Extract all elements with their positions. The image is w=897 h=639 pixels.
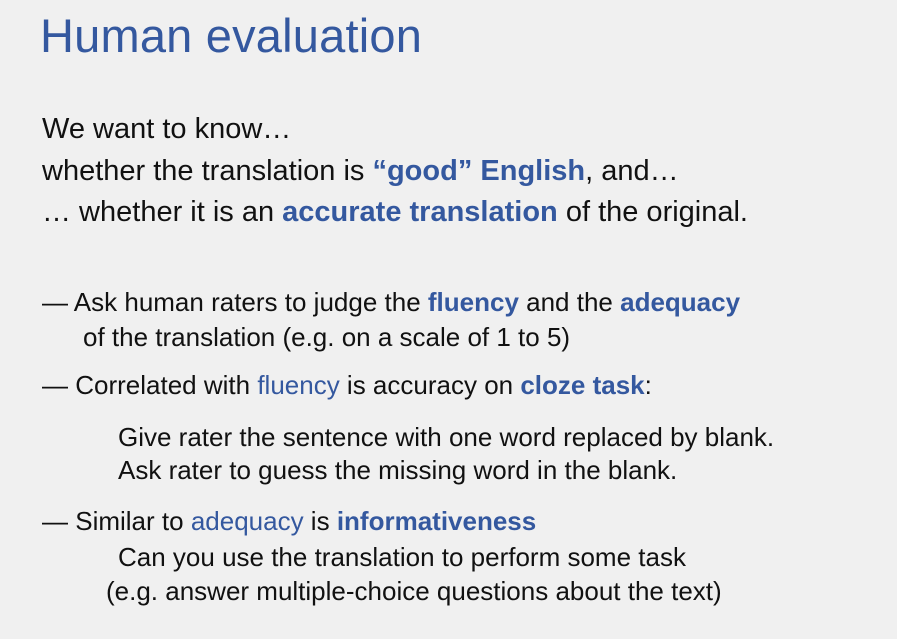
informativeness-subline-1-text: Can you use the translation to perform s… <box>118 542 686 572</box>
intro-line-1: We want to know… <box>42 111 291 147</box>
fluency-highlight: fluency <box>427 287 519 317</box>
bullet-1-part-2: and the <box>518 287 621 317</box>
bullet-1-continuation-text: of the translation (e.g. on a scale of 1… <box>83 322 571 352</box>
fluency-mention: fluency <box>257 370 340 400</box>
informativeness-subline-1: Can you use the translation to perform s… <box>118 541 686 573</box>
good-english-highlight: “good” English <box>372 155 586 187</box>
intro-line-3-part-1: … whether it is an <box>42 196 283 228</box>
adequacy-mention: adequacy <box>190 506 304 536</box>
informativeness-subline-2: (e.g. answer multiple-choice questions a… <box>106 575 722 607</box>
bullet-2-part-3: : <box>644 370 652 400</box>
intro-line-3-part-2: of the original. <box>557 196 748 228</box>
intro-line-1-text: We want to know… <box>42 113 292 145</box>
bullet-2-part-1: — Correlated with <box>42 370 258 400</box>
bullet-1-part-1: — Ask human raters to judge the <box>42 287 428 317</box>
intro-line-2-part-2: , and… <box>585 155 679 187</box>
cloze-subline-1-text: Give rater the sentence with one word re… <box>118 422 775 452</box>
cloze-subline-1: Give rater the sentence with one word re… <box>118 421 774 453</box>
bullet-3-part-2: is <box>303 506 337 536</box>
cloze-subline-2-text: Ask rater to guess the missing word in t… <box>118 455 678 485</box>
cloze-subline-2: Ask rater to guess the missing word in t… <box>118 454 677 486</box>
bullet-3-part-1: — Similar to <box>42 506 191 536</box>
accurate-translation-highlight: accurate translation <box>282 196 558 228</box>
bullet-informativeness: — Similar to adequacy is informativeness <box>42 505 536 537</box>
intro-line-2-part-1: whether the translation is <box>42 155 373 187</box>
bullet-fluency-adequacy: — Ask human raters to judge the fluency … <box>42 286 740 318</box>
adequacy-highlight: adequacy <box>620 287 741 317</box>
bullet-cloze-task: — Correlated with fluency is accuracy on… <box>42 369 652 401</box>
intro-line-3: … whether it is an accurate translation … <box>42 194 748 230</box>
informativeness-highlight: informativeness <box>336 506 537 536</box>
bullet-1-continuation: of the translation (e.g. on a scale of 1… <box>83 321 570 353</box>
cloze-task-highlight: cloze task <box>520 370 645 400</box>
bullet-2-part-2: is accuracy on <box>339 370 521 400</box>
slide-title: Human evaluation <box>40 9 423 62</box>
informativeness-subline-2-text: (e.g. answer multiple-choice questions a… <box>106 576 722 606</box>
intro-line-2: whether the translation is “good” Englis… <box>42 153 679 189</box>
slide: Human evaluation We want to know… whethe… <box>0 0 897 639</box>
